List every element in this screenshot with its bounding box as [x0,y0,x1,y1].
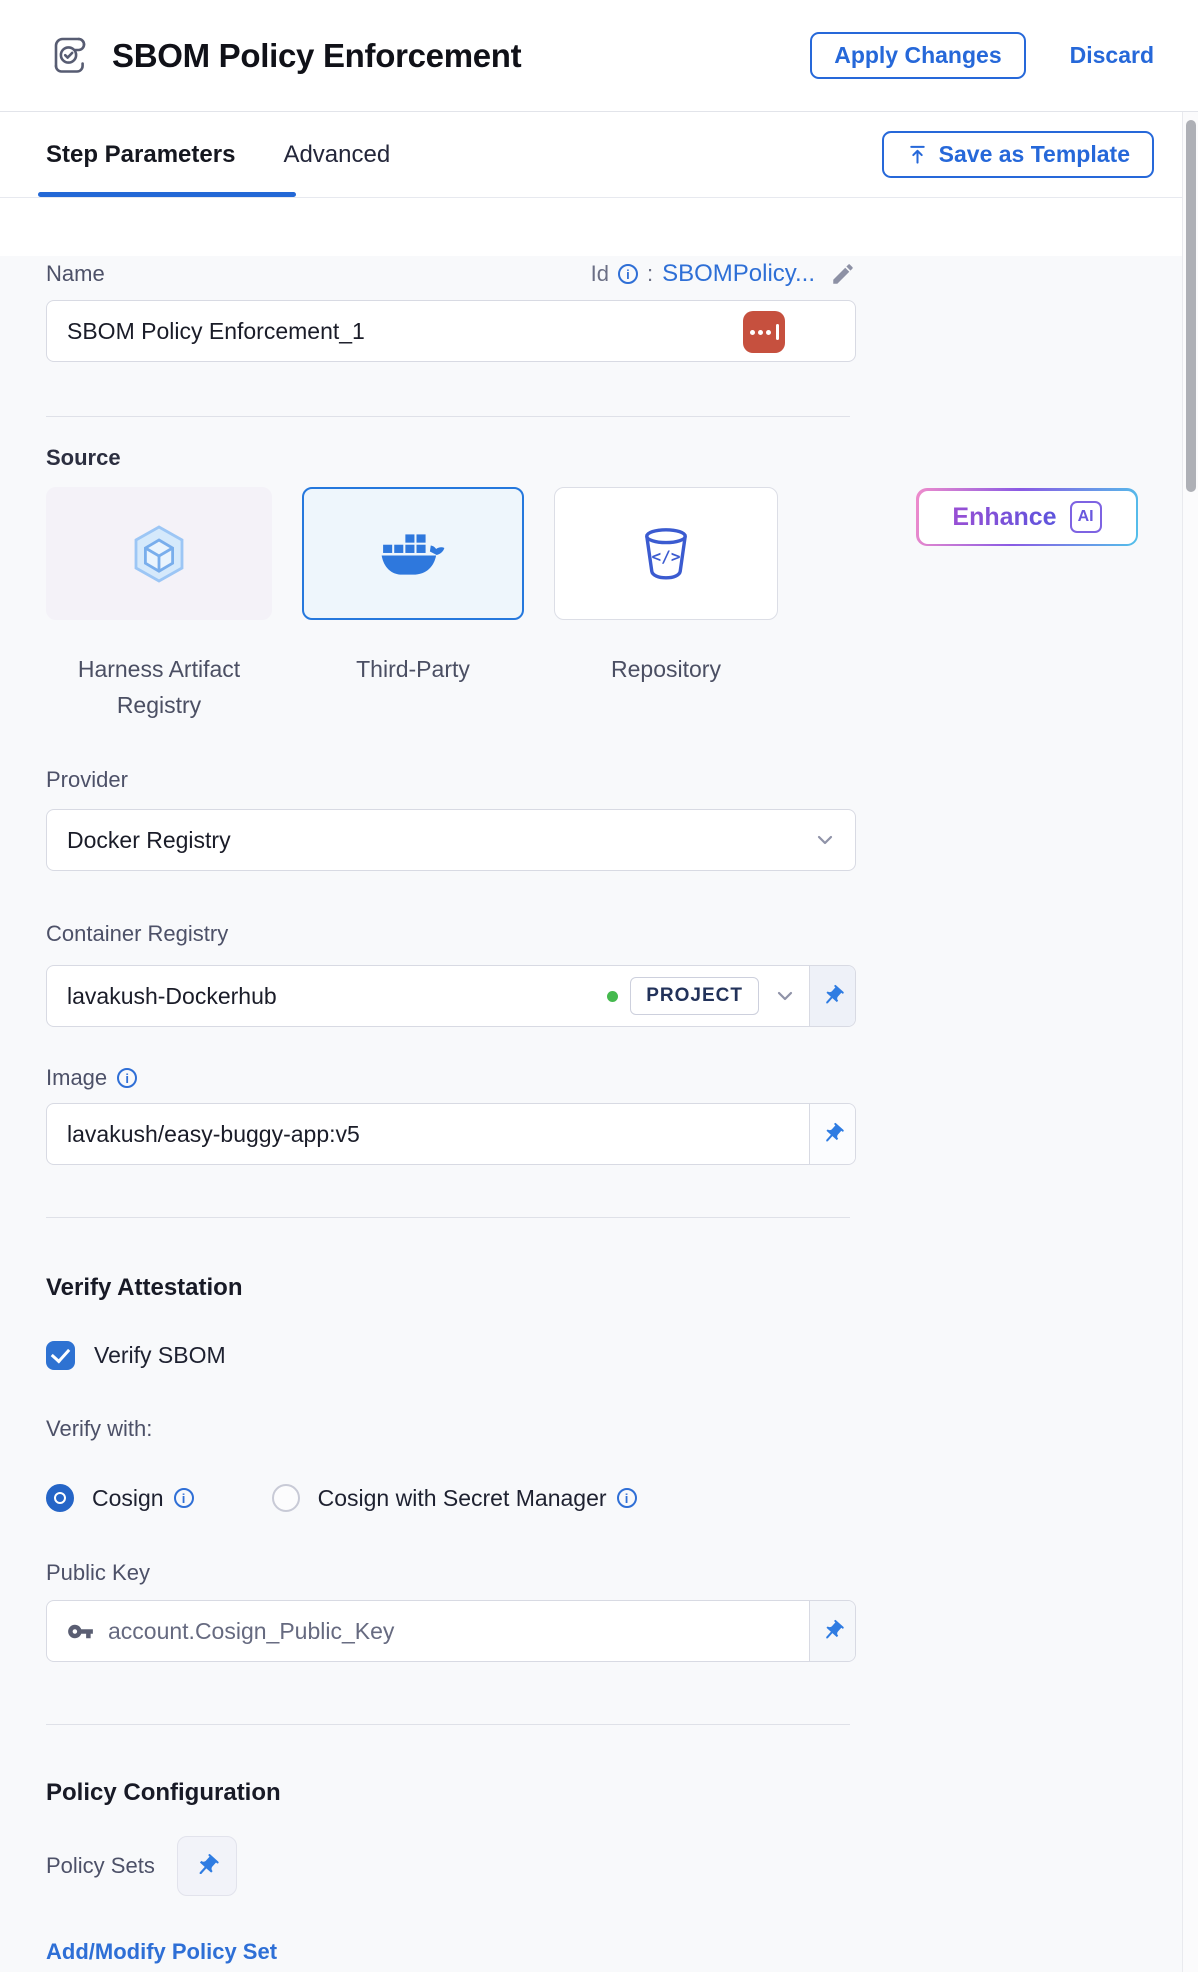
pin-image-button[interactable] [809,1104,855,1164]
name-input-wrapper [46,300,856,362]
name-field-header: Name Id i : SBOMPolicy... [46,256,856,292]
verify-sbom-label: Verify SBOM [94,1342,226,1369]
source-label-repository: Repository [554,652,778,723]
edit-id-icon[interactable] [830,261,856,287]
image-input[interactable] [47,1104,809,1164]
container-registry-value: lavakush-Dockerhub [47,983,607,1010]
public-key-label: Public Key [46,1560,1198,1590]
sbom-scroll-check-icon [48,33,94,79]
step-config-panel: SBOM Policy Enforcement Apply Changes Di… [0,0,1198,1972]
connector-status-dot [607,991,618,1002]
save-template-upload-icon [906,143,929,166]
scrollbar-thumb[interactable] [1186,120,1196,492]
source-label-third-party: Third-Party [302,652,524,723]
verify-attestation-heading: Verify Attestation [46,1274,1198,1308]
verify-with-label: Verify with: [46,1416,1198,1446]
enhance-ai-button[interactable]: Enhance AI [916,488,1138,546]
save-as-template-label: Save as Template [939,141,1130,168]
section-divider [46,1724,850,1725]
id-separator: : [647,261,653,287]
tab-step-parameters[interactable]: Step Parameters [46,141,235,169]
vertical-scrollbar[interactable] [1182,112,1198,1972]
radio-cosign[interactable] [46,1484,74,1512]
provider-select[interactable]: Docker Registry [46,809,856,871]
image-label-row: Image i [46,1063,1198,1093]
add-modify-policy-set-link[interactable]: Add/Modify Policy Set [46,1939,277,1965]
enhance-label: Enhance [952,503,1056,532]
panel-header: SBOM Policy Enforcement Apply Changes Di… [0,0,1198,112]
image-label: Image [46,1065,107,1091]
radio-cosign-label: Cosign [92,1485,164,1512]
ai-badge-icon: AI [1070,501,1102,533]
verify-sbom-row: Verify SBOM [46,1340,1198,1370]
source-card-harness-artifact-registry[interactable] [46,487,272,620]
page-title: SBOM Policy Enforcement [112,37,810,75]
image-info-icon[interactable]: i [117,1068,137,1088]
active-tab-underline [38,192,296,197]
discard-button[interactable]: Discard [1070,42,1154,69]
public-key-value: account.Cosign_Public_Key [108,1618,809,1645]
svg-text:</>: </> [652,546,681,565]
provider-selected-value: Docker Registry [67,827,813,854]
source-card-third-party[interactable] [302,487,524,620]
section-divider [46,1217,850,1218]
pushpin-icon [821,1619,845,1643]
cosign-info-icon[interactable]: i [174,1488,194,1508]
tab-advanced[interactable]: Advanced [283,141,390,169]
enhance-ai-button-inner: Enhance AI [919,491,1136,544]
pin-policy-sets-button[interactable] [177,1836,237,1896]
image-field [46,1103,856,1165]
public-key-field[interactable]: account.Cosign_Public_Key [46,1600,856,1662]
source-label-harness-artifact-registry: Harness Artifact Registry [46,652,272,723]
tab-bar: Step Parameters Advanced Save as Templat… [0,112,1198,198]
verify-with-options: Cosign i Cosign with Secret Manager i [46,1482,1198,1514]
id-label: Id [591,261,609,287]
save-as-template-button[interactable]: Save as Template [882,131,1154,178]
name-label: Name [46,261,105,287]
harness-artifact-registry-icon [131,524,187,584]
policy-configuration-heading: Policy Configuration [46,1779,1198,1813]
container-registry-field[interactable]: lavakush-Dockerhub PROJECT [46,965,856,1027]
cosign-secret-manager-info-icon[interactable]: i [617,1488,637,1508]
source-option-labels: Harness Artifact Registry Third-Party Re… [46,652,1198,723]
container-registry-label: Container Registry [46,921,1198,951]
pin-registry-button[interactable] [809,966,855,1026]
source-label: Source [46,445,1198,475]
step-id-group: Id i : SBOMPolicy... [591,260,856,288]
key-icon [67,1618,94,1645]
name-input[interactable] [47,301,855,361]
radio-cosign-secret-manager[interactable] [272,1484,300,1512]
policy-sets-row: Policy Sets [46,1835,1198,1897]
pin-public-key-button[interactable] [809,1601,855,1661]
id-info-icon[interactable]: i [618,264,638,284]
input-type-selector-icon[interactable] [743,311,785,353]
step-id-value: SBOMPolicy... [662,260,815,288]
section-divider [46,416,850,417]
verify-sbom-checkbox[interactable] [46,1341,75,1370]
radio-cosign-secret-manager-label: Cosign with Secret Manager [318,1485,607,1512]
scope-badge: PROJECT [630,977,759,1015]
source-card-repository[interactable]: </> [554,487,778,620]
pushpin-icon [821,984,845,1008]
chevron-down-icon [813,828,837,852]
pushpin-icon [821,1122,845,1146]
pushpin-icon [194,1853,220,1879]
provider-label: Provider [46,767,1198,797]
repository-bucket-icon: </> [638,525,694,583]
chevron-down-icon[interactable] [773,984,797,1008]
policy-sets-label: Policy Sets [46,1853,155,1879]
docker-whale-icon [380,528,446,580]
step-parameters-form: Name Id i : SBOMPolicy... Source [0,256,1198,1972]
apply-changes-button[interactable]: Apply Changes [810,32,1025,79]
